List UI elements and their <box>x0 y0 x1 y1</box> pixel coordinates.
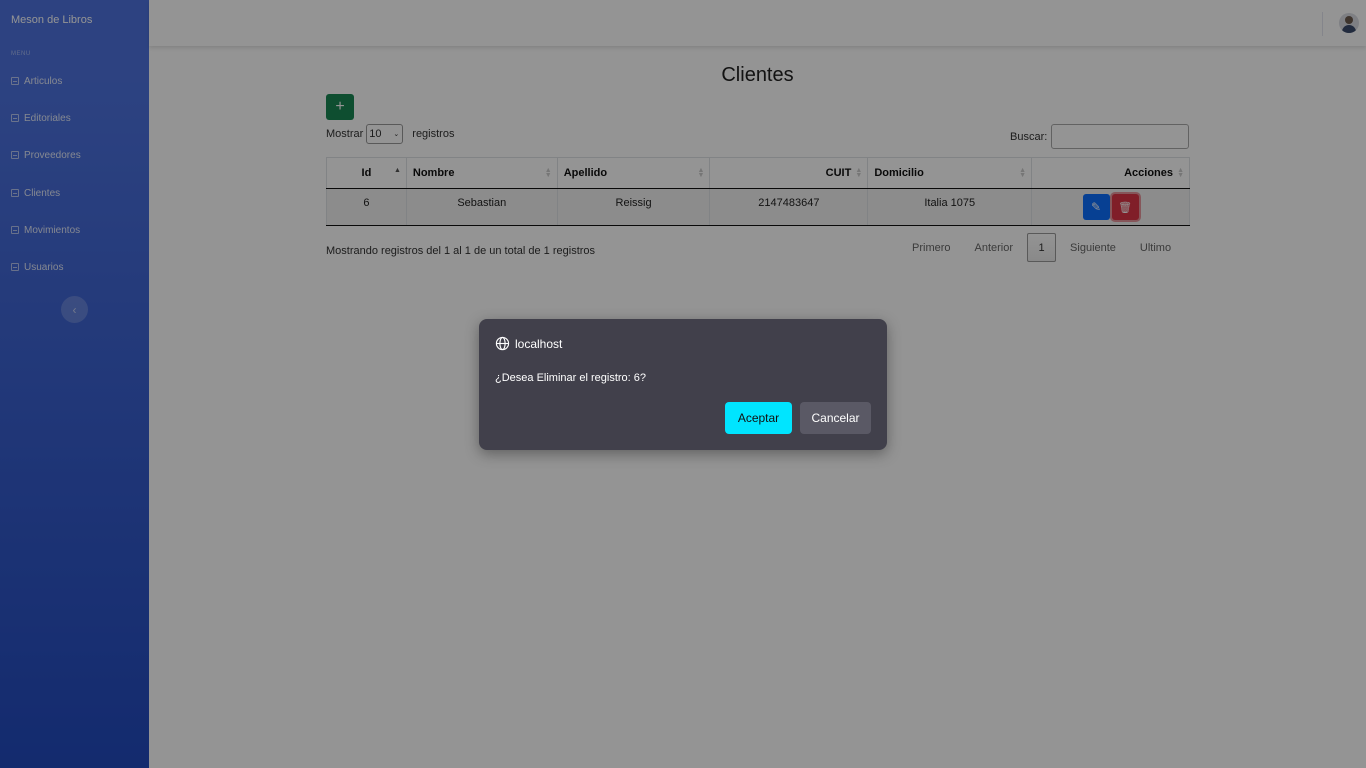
dialog-origin: localhost <box>495 336 562 351</box>
cancel-button[interactable]: Cancelar <box>800 402 871 434</box>
accept-button[interactable]: Aceptar <box>725 402 792 434</box>
dialog-message: ¿Desea Eliminar el registro: 6? <box>495 372 647 384</box>
dialog-origin-text: localhost <box>515 336 563 351</box>
globe-icon <box>495 336 510 351</box>
confirm-dialog: localhost ¿Desea Eliminar el registro: 6… <box>479 319 887 450</box>
